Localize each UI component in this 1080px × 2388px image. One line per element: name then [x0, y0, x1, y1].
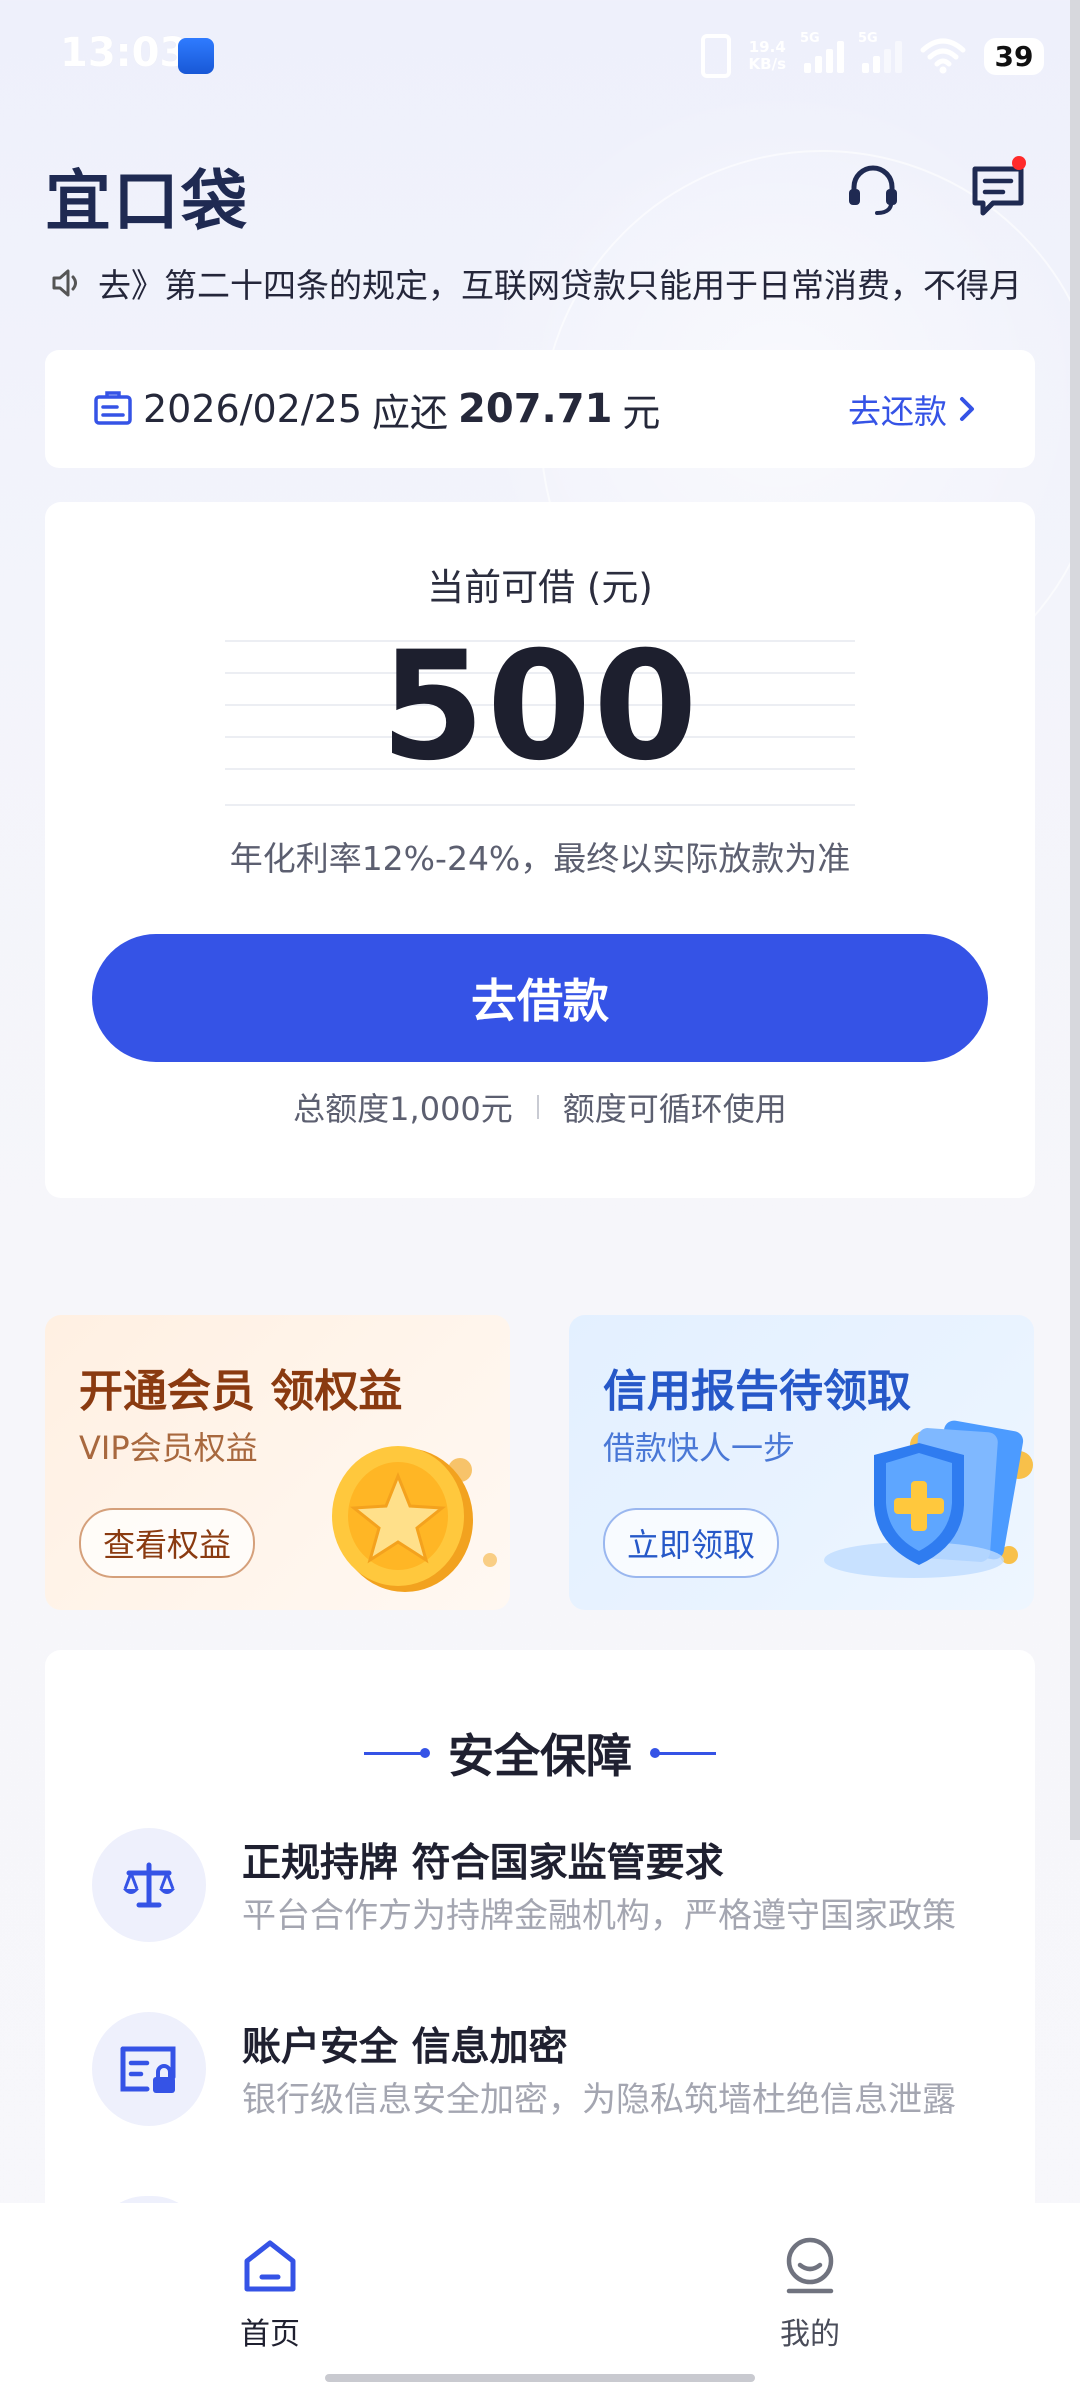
wifi-icon — [920, 38, 966, 74]
signal-tag: 5G — [800, 31, 820, 46]
nav-label-mine: 我的 — [780, 2317, 840, 2352]
repay-unit: 元 — [622, 390, 661, 435]
bottom-nav: 首页 我的 — [0, 2203, 1080, 2388]
network-speed-value: 19.4 — [748, 38, 786, 56]
borrow-button[interactable]: 去借款 — [92, 934, 988, 1062]
nav-item-home[interactable]: 首页 — [190, 2235, 350, 2353]
rate-note: 年化利率12%-24%，最终以实际放款为准 — [229, 839, 851, 878]
speaker-icon — [52, 269, 77, 297]
app-notification-icon — [178, 38, 214, 74]
repay-amount: 207.71 — [458, 386, 613, 432]
notice-bar[interactable]: 去》第二十四条的规定，互联网贷款只能用于日常消费，不得月 — [50, 255, 1030, 311]
go-repay-link[interactable]: 去还款 — [848, 350, 977, 468]
security-title-text: 安全保障 — [448, 1729, 632, 1783]
gold-star-coin-icon — [332, 1446, 497, 1592]
divider — [536, 1095, 539, 1119]
home-indicator[interactable] — [325, 2374, 755, 2382]
signal-icon: 5G — [858, 31, 902, 73]
claim-now-button[interactable]: 立即领取 — [603, 1508, 780, 1578]
network-speed: 19.4 KB/s — [749, 39, 786, 73]
quota-info: 总额度1,000元 额度可循环使用 — [45, 1084, 1035, 1130]
message-icon[interactable] — [968, 156, 1028, 220]
security-title: 安全保障 — [45, 1720, 1035, 1786]
vibrate-icon — [700, 34, 731, 78]
id-lock-icon — [92, 2012, 206, 2126]
scrollbar[interactable] — [1070, 0, 1080, 1840]
security-section: 安全保障 正规持牌 符合国家监管要求 平台合作方为持牌金融机构，严格遵守国家政策 — [45, 1650, 1035, 2250]
headset-icon[interactable] — [843, 160, 903, 220]
credit-report-promo-card[interactable]: 信用报告待领取 借款快人一步 立即领取 — [569, 1315, 1034, 1610]
security-item-heading: 账户安全 信息加密 — [242, 2025, 568, 2070]
title-decor-line — [650, 1747, 716, 1758]
network-speed-unit: KB/s — [748, 55, 786, 73]
available-caption: 当前可借 (元) — [427, 566, 653, 609]
repay-due-label: 应还 — [372, 390, 449, 435]
security-item: 正规持牌 符合国家监管要求 平台合作方为持牌金融机构，严格遵守国家政策 — [92, 1828, 992, 1948]
repayment-bar[interactable]: 2026/02/25 应还 207.71 元 去还款 — [45, 350, 1035, 468]
status-time: 13:03 — [60, 30, 188, 76]
go-repay-label: 去还款 — [848, 392, 947, 431]
chevron-right-icon — [960, 397, 974, 421]
membership-promo-card[interactable]: 开通会员 领权益 VIP会员权益 查看权益 — [45, 1315, 510, 1610]
promo-subtitle: VIP会员权益 — [79, 1429, 258, 1467]
loan-card: 当前可借 (元) 500 年化利率12%-24%，最终以实际放款为准 去借款 总… — [45, 502, 1035, 1198]
promo-subtitle: 借款快人一步 — [603, 1429, 796, 1467]
profile-icon — [786, 2237, 834, 2294]
nav-item-mine[interactable]: 我的 — [730, 2235, 890, 2353]
notification-dot — [1012, 156, 1026, 170]
quota-note: 额度可循环使用 — [562, 1090, 787, 1128]
status-bar: 13:03 19.4 KB/s 5G 5G 39 — [0, 0, 1080, 110]
shield-document-icon — [824, 1420, 1033, 1578]
nav-label-home: 首页 — [240, 2317, 300, 2352]
signal-icon: 5G — [800, 31, 844, 73]
available-amount: 500 — [380, 620, 700, 794]
notice-text: 去》第二十四条的规定，互联网贷款只能用于日常消费，不得月 — [98, 266, 1022, 305]
security-item-heading: 正规持牌 符合国家监管要求 — [242, 1841, 724, 1886]
app-logo: 宜口袋 — [45, 163, 249, 240]
home-icon — [244, 2240, 296, 2292]
status-icons: 19.4 KB/s 5G 5G 39 — [700, 31, 1044, 80]
title-decor-line — [364, 1747, 430, 1758]
scale-icon — [92, 1828, 206, 1942]
total-quota: 总额度1,000元 — [293, 1090, 513, 1128]
security-item-desc: 平台合作方为持牌金融机构，严格遵守国家政策 — [242, 1896, 956, 1936]
view-benefits-button[interactable]: 查看权益 — [79, 1508, 256, 1578]
signal-tag: 5G — [858, 31, 878, 46]
security-item-desc: 银行级信息安全加密，为隐私筑墙杜绝信息泄露 — [242, 2080, 956, 2120]
repay-date: 2026/02/25 — [143, 387, 363, 431]
bill-icon — [94, 391, 132, 425]
battery-level: 39 — [984, 37, 1044, 75]
security-item: 账户安全 信息加密 银行级信息安全加密，为隐私筑墙杜绝信息泄露 — [92, 2012, 992, 2132]
